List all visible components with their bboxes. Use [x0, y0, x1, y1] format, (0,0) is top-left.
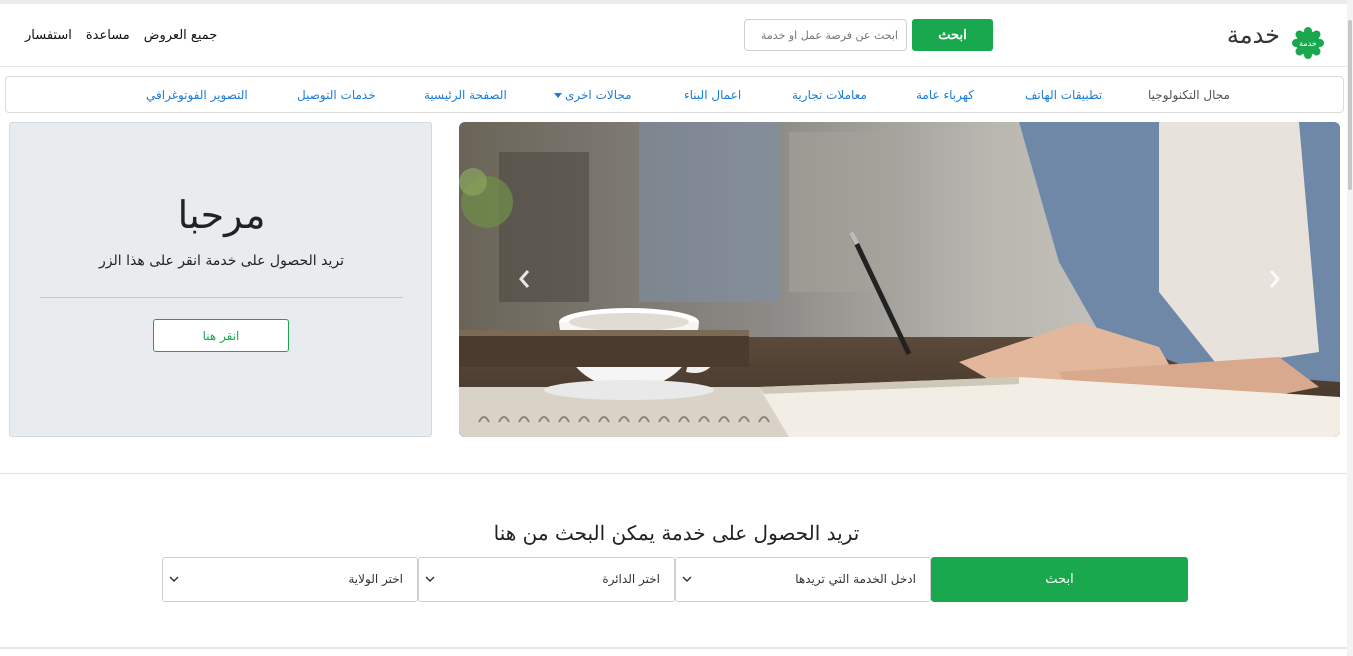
- welcome-divider: [40, 297, 403, 298]
- district-select[interactable]: اختر الدائرة: [418, 557, 675, 602]
- click-here-button[interactable]: انقر هنا: [153, 319, 289, 352]
- nav-item-electricity[interactable]: كهرباء عامة: [916, 88, 974, 102]
- carousel-prev-icon[interactable]: [517, 269, 533, 289]
- nav-item-construction[interactable]: اعمال البناء: [684, 88, 741, 102]
- welcome-card: مرحبا تريد الحصول على خدمة انقر على هذا …: [9, 122, 432, 437]
- welcome-subtitle: تريد الحصول على خدمة انقر على هذا الزر: [99, 253, 344, 269]
- header-search-input[interactable]: [744, 19, 907, 51]
- chevron-down-icon: [425, 576, 435, 583]
- state-select[interactable]: اختر الولاية: [162, 557, 418, 602]
- nav-item-technology[interactable]: مجال التكنولوجيا: [1148, 88, 1230, 102]
- category-nav: مجال التكنولوجيا تطبيقات الهاتف كهرباء ع…: [5, 76, 1344, 113]
- top-link-help[interactable]: مساعدة: [86, 28, 130, 43]
- header: خدمة خدمة ابحث جميع العروض مساعدة استفسا…: [0, 4, 1347, 67]
- service-select[interactable]: ادخل الخدمة التي تريدها: [675, 557, 931, 602]
- hero-carousel[interactable]: [459, 122, 1340, 437]
- top-link-all-offers[interactable]: جميع العروض: [144, 28, 218, 43]
- header-search-button[interactable]: ابحث: [912, 19, 993, 51]
- top-links: جميع العروض مساعدة استفسار: [25, 28, 217, 43]
- top-link-inquiry[interactable]: استفسار: [25, 28, 72, 43]
- logo-badge-icon[interactable]: خدمة: [1291, 26, 1325, 60]
- search-section-title: تريد الحصول على خدمة يمكن البحث من هنا: [493, 521, 860, 545]
- section-divider: [0, 473, 1347, 474]
- chevron-down-icon: [682, 576, 692, 583]
- nav-item-other-fields-label: مجالات اخرى: [565, 88, 632, 102]
- carousel-next-icon[interactable]: [1266, 269, 1282, 289]
- nav-item-commerce[interactable]: معاملات تجارية: [792, 88, 867, 102]
- bottom-divider: [0, 647, 1347, 649]
- nav-item-photography[interactable]: التصوير الفوتوغرافي: [146, 88, 248, 102]
- logo-badge-text: خدمة: [1299, 39, 1317, 48]
- hero-image: [459, 122, 1340, 437]
- nav-item-other-fields[interactable]: مجالات اخرى: [554, 88, 632, 102]
- scrollbar[interactable]: [1347, 0, 1353, 656]
- logo-text[interactable]: خدمة: [1200, 21, 1280, 49]
- service-search-button[interactable]: ابحث: [931, 557, 1188, 602]
- service-select-value: ادخل الخدمة التي تريدها: [795, 572, 916, 586]
- state-select-value: اختر الولاية: [348, 572, 403, 586]
- chevron-down-icon: [169, 576, 179, 583]
- nav-item-mobile-apps[interactable]: تطبيقات الهاتف: [1025, 88, 1102, 102]
- welcome-title: مرحبا: [177, 193, 266, 237]
- scrollbar-thumb[interactable]: [1348, 20, 1352, 190]
- district-select-value: اختر الدائرة: [602, 572, 660, 586]
- chevron-down-icon: [554, 93, 562, 98]
- nav-item-home[interactable]: الصفحة الرئيسية: [424, 88, 507, 102]
- nav-item-delivery[interactable]: خدمات التوصيل: [297, 88, 376, 102]
